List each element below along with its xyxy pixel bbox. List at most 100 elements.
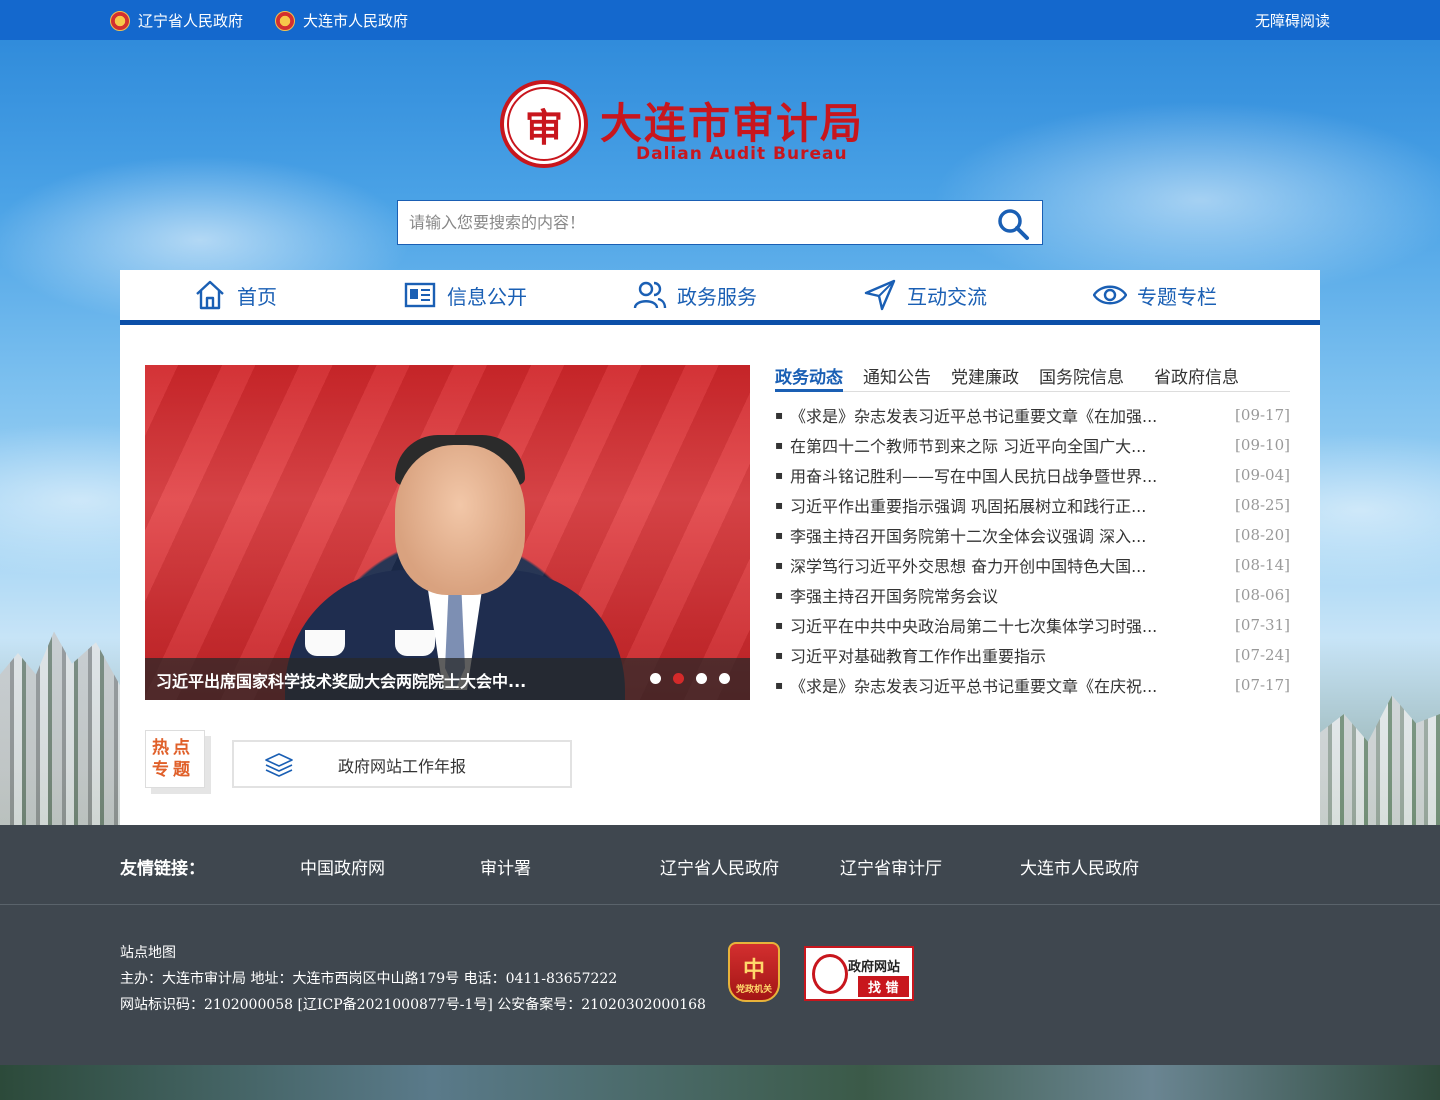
footer: 友情链接： 中国政府网 审计署 辽宁省人民政府 辽宁省审计厅 大连市人民政府 站… [0,825,1440,1065]
news-title[interactable]: 《求是》杂志发表习近平总书记重要文章《在庆祝... [790,673,1230,697]
accessibility-link[interactable]: 无障碍阅读 [1255,10,1330,31]
tab-notices[interactable]: 通知公告 [863,360,931,392]
news-date: [08-25] [1235,496,1290,514]
slider-dots [650,673,730,684]
sitemap-link[interactable]: 站点地图 [120,940,706,966]
news-date: [09-04] [1235,466,1290,484]
link-label: 大连市人民政府 [303,12,409,30]
nav-interaction[interactable]: 互动交流 [810,270,1040,320]
hot-line-2: 专题 [152,760,194,780]
nav-label: 政务服务 [677,284,757,309]
headline-slider[interactable]: 习近平出席国家科学技术奖励大会两院院士大会中... [145,365,750,700]
news-title[interactable]: 习近平作出重要指示强调 巩固拓展树立和践行正... [790,493,1230,517]
news-date: [07-17] [1235,676,1290,694]
friend-link-audit-office[interactable]: 审计署 [480,854,531,879]
annual-report-label: 政府网站工作年报 [338,757,467,776]
search-box [397,200,1043,245]
nav-info-disclosure[interactable]: 信息公开 [350,270,580,320]
magnifier-icon [812,954,848,994]
hot-topics-badge: 热点 专题 [145,730,205,788]
list-item[interactable]: ▪ 习近平作出重要指示强调 巩固拓展树立和践行正... [08-25] [775,490,1290,520]
news-title[interactable]: 习近平在中共中央政治局第二十七次集体学习时强... [790,613,1230,637]
friend-link-china-gov[interactable]: 中国政府网 [300,854,385,879]
seal-char: 审 [507,87,581,161]
news-title[interactable]: 《求是》杂志发表习近平总书记重要文章《在加强... [790,403,1230,427]
nav-special-column[interactable]: 专题专栏 [1040,270,1270,320]
main-nav: 首页 信息公开 政务服务 互动交流 专题专栏 [120,270,1320,325]
news-date: [07-31] [1235,616,1290,634]
hot-line-1: 热点 [152,738,194,758]
landscape-strip [0,1065,1440,1100]
annual-report-link[interactable]: 政府网站工作年报 [232,740,572,788]
tab-provincial-gov[interactable]: 省政府信息 [1154,360,1239,392]
badge-label: 党政机关 [735,985,772,995]
news-title[interactable]: 李强主持召开国务院第十二次全体会议强调 深入... [790,523,1230,547]
search-input[interactable] [398,201,978,244]
news-date: [08-06] [1235,586,1290,604]
main-panel: 首页 信息公开 政务服务 互动交流 专题专栏 习近平出席国家科学技术奖励大会两院… [120,270,1320,825]
slider-dot-1[interactable] [650,673,661,684]
news-date: [08-14] [1235,556,1290,574]
friend-link-dalian-gov[interactable]: 大连市人民政府 [1020,854,1139,879]
footer-info: 站点地图 主办：大连市审计局 地址：大连市西岗区中山路179号 电话：0411-… [120,940,706,1018]
site-logo[interactable]: 审 大连市审计局 Dalian Audit Bureau [500,80,880,170]
site-name-cn: 大连市审计局 [600,99,865,148]
list-item[interactable]: ▪ 用奋斗铭记胜利——写在中国人民抗日战争暨世界... [09-04] [775,460,1290,490]
news-title[interactable]: 深学笃行习近平外交思想 奋力开创中国特色大国... [790,553,1230,577]
list-item[interactable]: ▪ 深学笃行习近平外交思想 奋力开创中国特色大国... [08-14] [775,550,1290,580]
tab-state-council[interactable]: 国务院信息 [1039,360,1124,392]
host-info: 主办：大连市审计局 地址：大连市西岗区中山路179号 电话：0411-83657… [120,971,618,987]
news-date: [09-17] [1235,406,1290,424]
document-icon [404,282,436,308]
badge-error-line-1: 政府网站 [848,960,901,975]
site-name-en: Dalian Audit Bureau [636,144,848,164]
news-title[interactable]: 在第四十二个教师节到来之际 习近平向全国广大... [790,433,1230,457]
news-list: ▪ 《求是》杂志发表习近平总书记重要文章《在加强... [09-17] ▪ 在第四十二… [775,400,1290,700]
list-item[interactable]: ▪ 在第四十二个教师节到来之际 习近平向全国广大... [09-10] [775,430,1290,460]
slider-dot-3[interactable] [696,673,707,684]
news-title[interactable]: 李强主持召开国务院常务会议 [790,583,1230,607]
news-date: [08-20] [1235,526,1290,544]
city-scene-left [0,631,120,825]
audit-seal-icon: 审 [500,80,588,168]
list-item[interactable]: ▪ 《求是》杂志发表习近平总书记重要文章《在加强... [09-17] [775,400,1290,430]
link-label: 辽宁省人民政府 [138,12,244,30]
send-arrow-icon [864,279,896,311]
badge-error-line-2: 找 错 [858,976,909,997]
badge-char: 中 [742,958,765,983]
list-item[interactable]: ▪ 习近平在中共中央政治局第二十七次集体学习时强... [07-31] [775,610,1290,640]
tab-party-building[interactable]: 党建廉政 [951,360,1019,392]
link-liaoning-gov[interactable]: 辽宁省人民政府 [110,10,243,31]
gov-site-error-badge[interactable]: 政府网站 找 错 [804,946,914,1001]
slider-dot-4[interactable] [719,673,730,684]
news-date: [09-10] [1235,436,1290,454]
list-item[interactable]: ▪ 《求是》杂志发表习近平总书记重要文章《在庆祝... [07-17] [775,670,1290,700]
city-scene-right [1320,695,1440,825]
slider-dot-2[interactable] [673,673,684,684]
party-gov-badge[interactable]: 中 党政机关 [728,942,780,1002]
national-emblem-icon [110,10,130,31]
nav-label: 互动交流 [907,284,987,309]
list-item[interactable]: ▪ 习近平对基础教育工作作出重要指示 [07-24] [775,640,1290,670]
list-item[interactable]: ▪ 李强主持召开国务院第十二次全体会议强调 深入... [08-20] [775,520,1290,550]
link-dalian-gov[interactable]: 大连市人民政府 [275,10,408,31]
news-title[interactable]: 用奋斗铭记胜利——写在中国人民抗日战争暨世界... [790,463,1230,487]
teacup-icon [305,630,345,656]
home-icon [196,280,224,310]
nav-label: 首页 [237,284,277,309]
news-title[interactable]: 习近平对基础教育工作作出重要指示 [790,643,1230,667]
record-info: 网站标识码：2102000058 [辽ICP备2021000877号-1号] 公… [120,997,706,1013]
friend-link-liaoning-gov[interactable]: 辽宁省人民政府 [660,854,779,879]
search-icon[interactable] [996,207,1030,241]
nav-gov-service[interactable]: 政务服务 [580,270,810,320]
friend-link-liaoning-audit[interactable]: 辽宁省审计厅 [840,854,942,879]
news-date: [07-24] [1235,646,1290,664]
users-icon [633,281,667,309]
nav-home[interactable]: 首页 [120,270,350,320]
layers-icon [265,753,293,777]
national-emblem-icon [275,10,295,31]
teacup-icon [395,630,435,656]
tab-gov-news[interactable]: 政务动态 [775,360,843,392]
top-bar: 辽宁省人民政府 大连市人民政府 无障碍阅读 [0,0,1440,40]
list-item[interactable]: ▪ 李强主持召开国务院常务会议 [08-06] [775,580,1290,610]
